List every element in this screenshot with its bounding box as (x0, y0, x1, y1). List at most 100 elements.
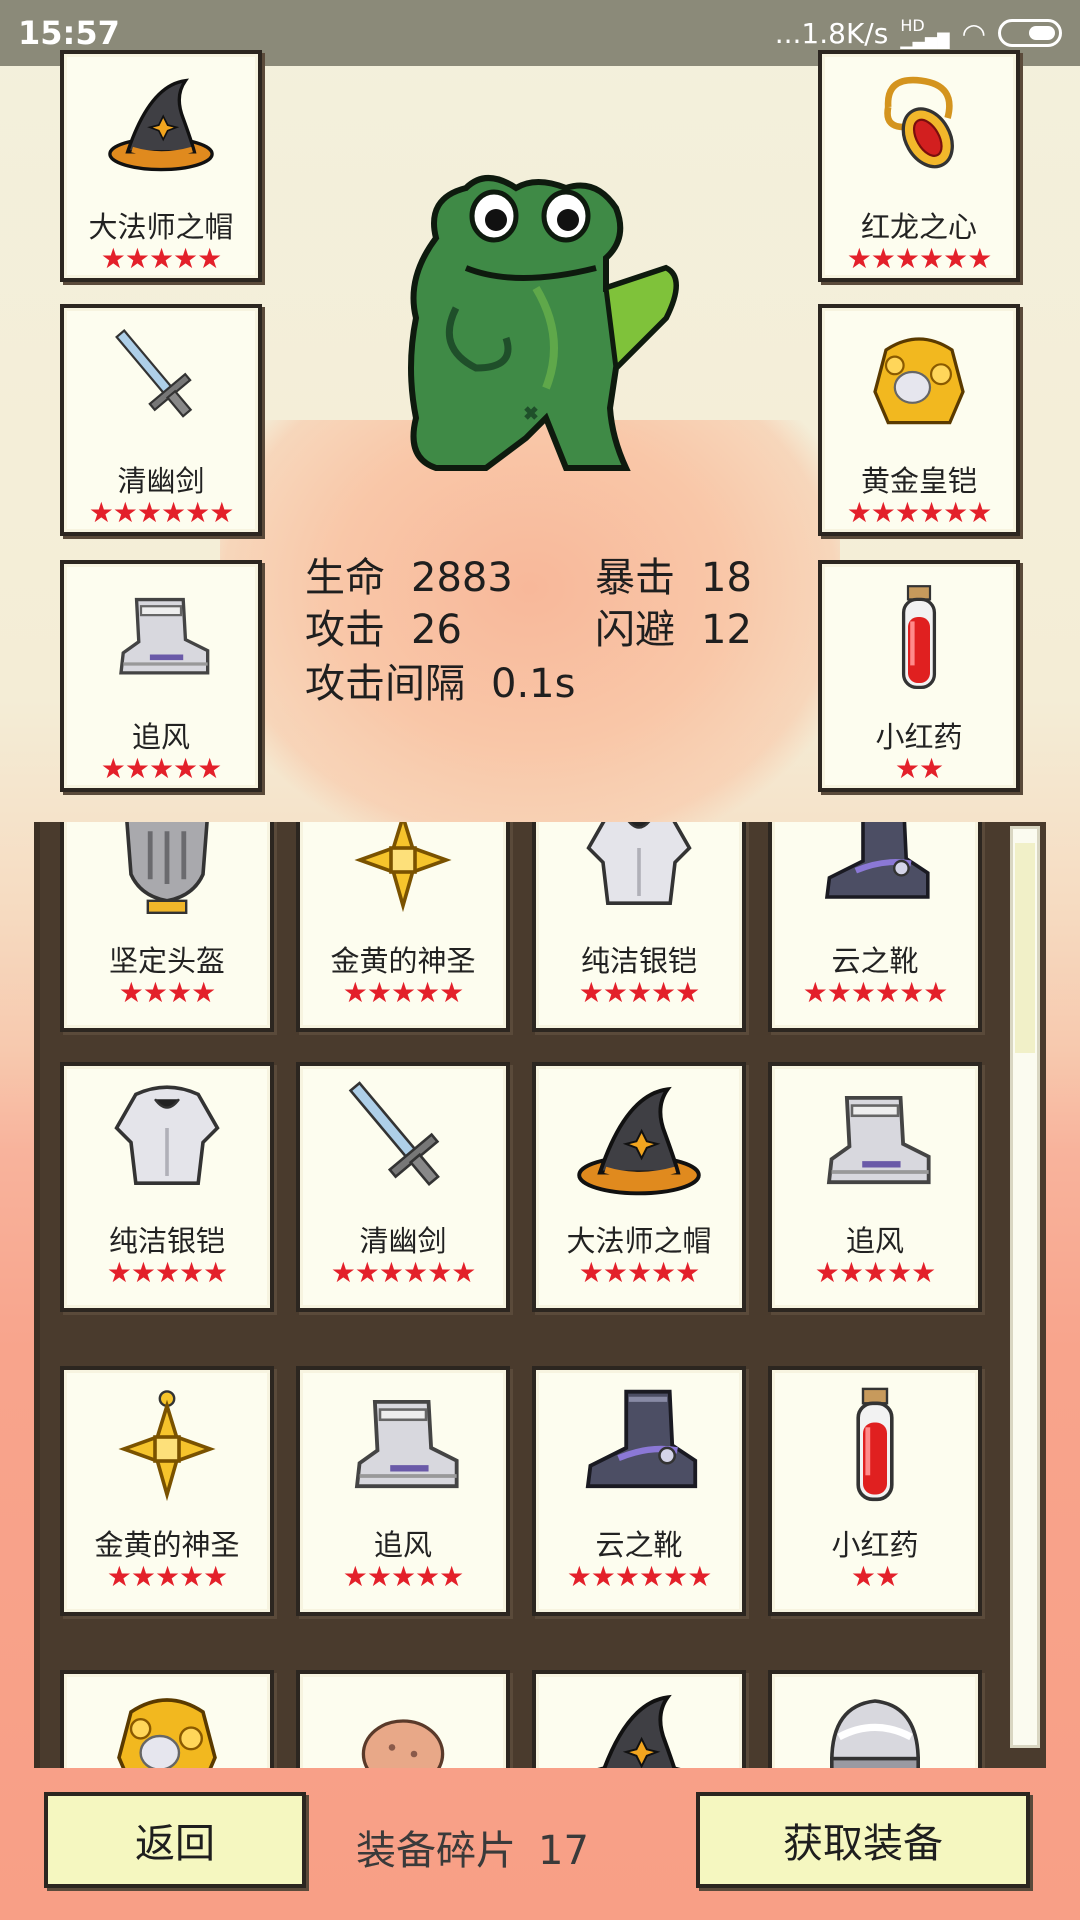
star-rating: ★★★★★ (342, 1560, 465, 1593)
status-time: 15:57 (18, 14, 120, 52)
inventory-item[interactable]: 追风 ★★★★★ (768, 1062, 982, 1312)
inventory-grid[interactable]: 坚定头盔 ★★★★ 金黄的神圣 ★★★★★ 纯洁银铠 ★★★★★ 云之靴 ★★★… (34, 822, 1046, 1768)
sword-icon (300, 1080, 506, 1210)
stat-value: 18 (701, 555, 752, 601)
golden-cross-icon (64, 1384, 270, 1514)
inventory-item[interactable]: 金黄的神圣 ★★★★★ (60, 1366, 274, 1616)
inventory-item[interactable]: 大法师之帽 ★★★★★ (532, 1062, 746, 1312)
inventory-item[interactable]: 金黄的神圣 ★★★★★ (296, 822, 510, 1032)
equip-name: 追风 (131, 720, 190, 754)
equip-slot-armor[interactable]: 黄金皇铠 ★★★★★★ (818, 304, 1020, 536)
item-name: 清幽剑 (359, 1224, 447, 1258)
equip-slot-boots[interactable]: 追风 ★★★★★ (60, 560, 262, 792)
stat-label: 攻击 (305, 607, 385, 653)
golden-cross-icon (300, 822, 506, 930)
frog-hero-sprite[interactable] (366, 168, 712, 498)
equip-slot-potion[interactable]: 小红药 ★★ (818, 560, 1020, 792)
star-rating: ★★★★★ (342, 976, 465, 1009)
equip-name: 黄金皇铠 (860, 464, 977, 498)
silver-boot-icon (772, 1080, 978, 1210)
inventory-item[interactable]: 清幽剑 ★★★★★★ (296, 1062, 510, 1312)
item-name: 金黄的神圣 (330, 944, 476, 978)
equipment-shards: 装备碎片 17 (356, 1818, 589, 1876)
item-name: 追风 (373, 1528, 432, 1562)
equip-slot-hat[interactable]: 大法师之帽 ★★★★★ (60, 50, 262, 282)
star-rating: ★★★★★★ (846, 242, 993, 275)
equip-slot-weapon[interactable]: 清幽剑 ★★★★★★ (60, 304, 262, 536)
inventory-item[interactable]: 追风 ★★★★★ (296, 1366, 510, 1616)
red-potion-icon (772, 1384, 978, 1514)
stat-value: 26 (411, 607, 462, 653)
stat-attack: 攻击 26 (305, 597, 462, 655)
amulet-icon (822, 74, 1016, 194)
inventory-item[interactable] (60, 1670, 274, 1768)
item-name: 坚定头盔 (108, 944, 225, 978)
dark-boot-icon (536, 1384, 742, 1514)
stat-dodge: 闪避 12 (595, 597, 752, 655)
equip-name: 清幽剑 (117, 464, 205, 498)
star-rating: ★★★★★ (578, 1256, 701, 1289)
inventory-item[interactable] (768, 1670, 982, 1768)
stat-attack-interval: 攻击间隔 0.1s (305, 651, 575, 709)
dark-boot-icon (772, 822, 978, 930)
inventory-item[interactable]: 云之靴 ★★★★★★ (768, 822, 982, 1032)
inventory-item[interactable]: 云之靴 ★★★★★★ (532, 1366, 746, 1616)
helmet-icon (64, 822, 270, 930)
wizard-hat-icon (536, 1080, 742, 1210)
bread-icon (300, 1688, 506, 1768)
item-name: 纯洁银铠 (580, 944, 697, 978)
stat-label: 闪避 (595, 607, 675, 653)
stat-hp: 生命 2883 (305, 545, 513, 603)
stat-value: 2883 (411, 555, 513, 601)
status-icons: ...1.8K/s HD ▁▃▅▇ ◠ (775, 17, 1062, 50)
star-rating: ★★★★★★ (88, 496, 235, 529)
scrollbar-thumb[interactable] (1015, 843, 1035, 1053)
item-name: 金黄的神圣 (94, 1528, 240, 1562)
stat-value: 0.1s (491, 661, 576, 707)
item-name: 追风 (845, 1224, 904, 1258)
stat-label: 暴击 (595, 555, 675, 601)
wizard-hat-icon (64, 74, 258, 194)
stat-label: 生命 (305, 555, 385, 601)
star-rating: ★★★★★ (106, 1560, 229, 1593)
star-rating: ★★★★★ (814, 1256, 937, 1289)
silver-armor-icon (536, 822, 742, 930)
obtain-equipment-button[interactable]: 获取装备 (696, 1792, 1030, 1888)
star-rating: ★★★★★★ (802, 976, 949, 1009)
back-button[interactable]: 返回 (44, 1792, 306, 1888)
equip-name: 大法师之帽 (88, 210, 234, 244)
star-rating: ★★★★★ (100, 242, 223, 275)
item-name: 云之靴 (595, 1528, 683, 1562)
golden-armor-icon (64, 1688, 270, 1768)
inventory-item[interactable]: 纯洁银铠 ★★★★★ (532, 822, 746, 1032)
star-rating: ★★★★★ (106, 1256, 229, 1289)
inventory-item[interactable]: 小红药 ★★ (768, 1366, 982, 1616)
network-speed: ...1.8K/s (774, 16, 889, 50)
equip-slot-amulet[interactable]: 红龙之心 ★★★★★★ (818, 50, 1020, 282)
star-rating: ★★★★★★ (330, 1256, 477, 1289)
star-rating: ★★★★★★ (846, 496, 993, 529)
signal-icon: HD ▁▃▅▇ (900, 16, 950, 49)
star-rating: ★★★★ (118, 976, 216, 1009)
equip-name: 红龙之心 (860, 210, 977, 244)
silver-boot-icon (64, 584, 258, 704)
star-rating: ★★ (850, 1560, 900, 1593)
item-name: 大法师之帽 (566, 1224, 712, 1258)
stat-label: 攻击间隔 (305, 661, 465, 707)
star-rating: ★★★★★ (100, 752, 223, 785)
silver-helmet-icon (772, 1688, 978, 1768)
silver-armor-icon (64, 1080, 270, 1210)
item-name: 小红药 (831, 1528, 919, 1562)
inventory-scrollbar[interactable] (1010, 826, 1040, 1748)
equip-name: 小红药 (875, 720, 963, 754)
shards-label: 装备碎片 (356, 1828, 516, 1874)
inventory-item[interactable] (296, 1670, 510, 1768)
stat-value: 12 (701, 607, 752, 653)
inventory-item[interactable] (532, 1670, 746, 1768)
red-potion-icon (822, 584, 1016, 704)
silver-boot-icon (300, 1384, 506, 1514)
inventory-item[interactable]: 纯洁银铠 ★★★★★ (60, 1062, 274, 1312)
golden-armor-icon (822, 328, 1016, 448)
inventory-item[interactable]: 坚定头盔 ★★★★ (60, 822, 274, 1032)
back-button-label: 返回 (135, 1821, 215, 1867)
